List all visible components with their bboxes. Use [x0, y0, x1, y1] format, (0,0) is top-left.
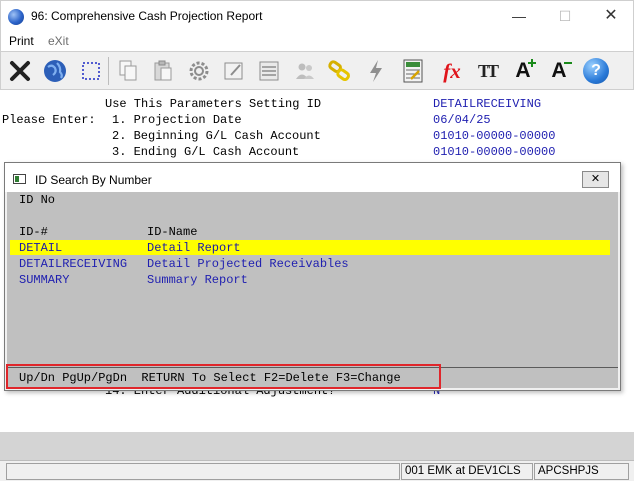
parameter-id-label: Use This Parameters Setting ID: [105, 97, 322, 111]
ending-gl-label: 3. Ending G/L Cash Account: [112, 145, 300, 159]
highlight-box: [6, 364, 441, 389]
calculator-icon[interactable]: [397, 55, 429, 87]
status-message-cell: [6, 463, 400, 480]
globe-icon[interactable]: [39, 55, 71, 87]
menu-bar: Print eXit: [0, 31, 634, 51]
parameter-id-value[interactable]: DETAILRECEIVING: [433, 97, 541, 111]
status-program: APCSHPJS: [534, 463, 629, 480]
projection-date-value[interactable]: 06/04/25: [433, 113, 491, 127]
users-icon[interactable]: [289, 55, 321, 87]
select-box-icon[interactable]: [75, 55, 107, 87]
close-window-button[interactable]: ✕: [589, 4, 633, 28]
window-title: 96: Comprehensive Cash Projection Report: [31, 9, 263, 23]
settings-gear-icon[interactable]: [183, 55, 215, 87]
dialog-close-button[interactable]: ✕: [582, 171, 609, 188]
edit-form-icon[interactable]: [218, 55, 250, 87]
screen-bottom-band: [0, 432, 634, 460]
copy-icon[interactable]: [112, 55, 144, 87]
beginning-gl-label: 2. Beginning G/L Cash Account: [112, 129, 321, 143]
dialog-title: ID Search By Number: [35, 173, 152, 187]
beginning-gl-value[interactable]: 01010-00000-00000: [433, 129, 555, 143]
status-user: 001 EMK at DEV1CLS: [401, 463, 533, 480]
ending-gl-value[interactable]: 01010-00000-00000: [433, 145, 555, 159]
row-name-detail[interactable]: Detail Report: [147, 241, 241, 255]
chain-link-icon[interactable]: [324, 55, 356, 87]
decrease-font-icon[interactable]: A: [543, 55, 575, 87]
menu-exit[interactable]: eXit: [48, 34, 69, 48]
maximize-button[interactable]: ☐: [543, 4, 587, 28]
paste-icon[interactable]: [147, 55, 179, 87]
id-search-dialog: ID Search By Number ✕ ID No ID-# ID-Name…: [4, 162, 621, 391]
status-bar: 001 EMK at DEV1CLS APCSHPJS: [0, 460, 634, 481]
row-id-summary[interactable]: SUMMARY: [19, 273, 69, 287]
please-enter-prompt: Please Enter:: [2, 113, 96, 127]
help-icon[interactable]: ?: [580, 55, 612, 87]
minimize-button[interactable]: —: [497, 4, 541, 28]
dialog-title-bar: ID Search By Number ✕: [5, 163, 620, 192]
dialog-window-icon: [13, 174, 26, 184]
row-id-detailreceiving[interactable]: DETAILRECEIVING: [19, 257, 127, 271]
search-id-label: ID No: [19, 193, 56, 207]
column-header-name: ID-Name: [147, 225, 198, 239]
row-id-detail[interactable]: DETAIL: [19, 241, 62, 255]
lightning-icon[interactable]: [360, 55, 392, 87]
exit-x-icon[interactable]: [4, 55, 36, 87]
column-header-id: ID-#: [19, 225, 48, 239]
toolbar: fx TT A A ?: [0, 51, 634, 90]
app-globe-icon: [8, 9, 24, 25]
row-name-detailreceiving[interactable]: Detail Projected Receivables: [147, 257, 349, 271]
window-title-bar: 96: Comprehensive Cash Projection Report…: [0, 0, 634, 31]
list-icon[interactable]: [253, 55, 285, 87]
projection-date-label: 1. Projection Date: [112, 113, 242, 127]
dialog-body: ID No ID-# ID-Name DETAIL Detail Report …: [7, 192, 618, 388]
font-size-icon[interactable]: TT: [471, 55, 503, 87]
row-name-summary[interactable]: Summary Report: [147, 273, 248, 287]
function-fx-icon[interactable]: fx: [436, 55, 468, 87]
selected-row-highlight: [10, 240, 610, 255]
increase-font-icon[interactable]: A: [507, 55, 539, 87]
menu-print[interactable]: Print: [9, 34, 34, 48]
